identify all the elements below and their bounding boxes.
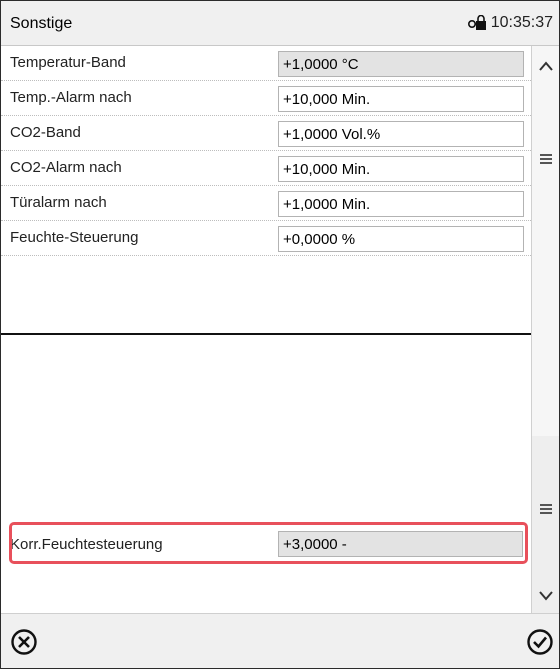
setting-value-field[interactable]: +10,000 Min.: [278, 156, 524, 182]
scroll-region-top[interactable]: [532, 46, 559, 333]
page-title: Sonstige: [10, 15, 73, 32]
settings-window: Sonstige 10:35:37 Temperatur-Band +1,000…: [0, 0, 560, 669]
setting-label: CO2-Band: [10, 124, 81, 141]
lock-icon: [467, 15, 486, 30]
setting-label: Türalarm nach: [10, 194, 107, 211]
setting-row-co2-band[interactable]: CO2-Band +1,0000 Vol.%: [1, 116, 531, 151]
settings-list-continued: [1, 335, 531, 613]
chevron-up-icon[interactable]: [537, 58, 555, 76]
setting-row-feuchte-steuerung[interactable]: Feuchte-Steuerung +0,0000 %: [1, 221, 531, 256]
settings-list: Temperatur-Band +1,0000 °C Temp.-Alarm n…: [1, 46, 531, 333]
setting-value-field[interactable]: +1,0000 Vol.%: [278, 121, 524, 147]
setting-value-field[interactable]: +10,000 Min.: [278, 86, 524, 112]
title-bar: Sonstige 10:35:37: [1, 1, 559, 46]
setting-row-tueralarm[interactable]: Türalarm nach +1,0000 Min.: [1, 186, 531, 221]
setting-row-co2-alarm[interactable]: CO2-Alarm nach +10,000 Min.: [1, 151, 531, 186]
setting-value-field[interactable]: +1,0000 Min.: [278, 191, 524, 217]
check-circle-icon[interactable]: [526, 628, 554, 656]
menu-icon[interactable]: [537, 150, 555, 168]
scroll-region-gap[interactable]: [532, 333, 559, 436]
chevron-down-icon[interactable]: [537, 586, 555, 604]
close-circle-icon[interactable]: [10, 628, 38, 656]
setting-value-field[interactable]: +0,0000 %: [278, 226, 524, 252]
clock-time: 10:35:37: [490, 14, 553, 31]
setting-value-field[interactable]: +1,0000 °C: [278, 51, 524, 77]
setting-label: Feuchte-Steuerung: [10, 229, 139, 246]
setting-label: Temp.-Alarm nach: [10, 89, 132, 106]
clock: 10:35:37: [467, 14, 553, 32]
setting-row-temp-alarm[interactable]: Temp.-Alarm nach +10,000 Min.: [1, 81, 531, 116]
selection-highlight: [9, 522, 528, 564]
scrollbar[interactable]: [531, 46, 559, 613]
menu-icon[interactable]: [537, 500, 555, 518]
setting-row-temperatur-band[interactable]: Temperatur-Band +1,0000 °C: [1, 46, 531, 81]
setting-label: CO2-Alarm nach: [10, 159, 122, 176]
footer-bar: [1, 613, 559, 668]
setting-label: Temperatur-Band: [10, 54, 126, 71]
